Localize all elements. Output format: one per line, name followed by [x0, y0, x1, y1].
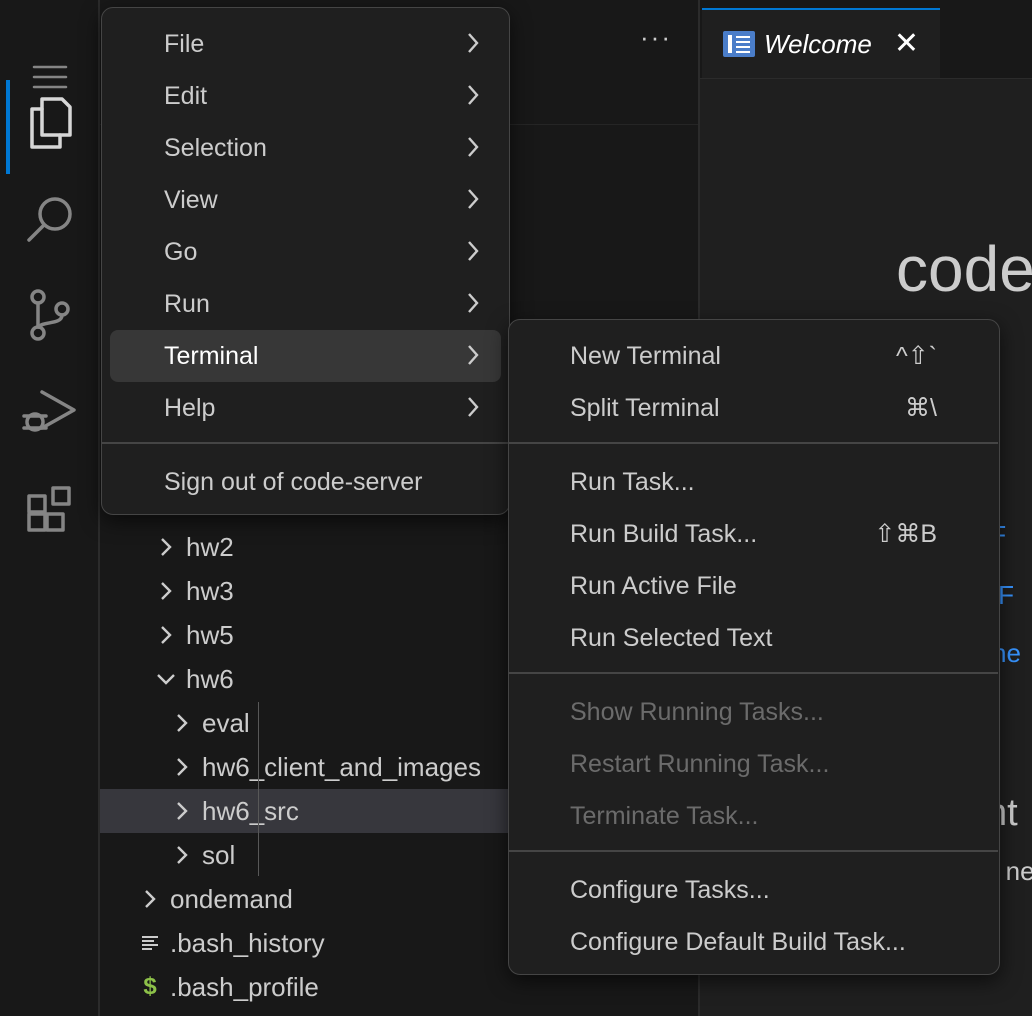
- menu-item-label: Run Build Task...: [570, 519, 758, 548]
- menu-item-label: Run: [164, 289, 210, 318]
- tree-item-label: hw6: [186, 663, 234, 694]
- menu-item-terminal[interactable]: Terminal: [110, 330, 501, 382]
- menu-item-label: Run Active File: [570, 571, 737, 600]
- tree-item-label: hw2: [186, 531, 234, 562]
- menu-item-run-build-task[interactable]: Run Build Task... ⇧⌘B: [517, 508, 991, 560]
- menu-item-label: Run Selected Text: [570, 623, 773, 652]
- welcome-icon: [723, 31, 755, 57]
- chevron-right-icon: [467, 396, 479, 425]
- more-actions-icon[interactable]: ···: [640, 22, 672, 53]
- menu-item-run-selected-text[interactable]: Run Selected Text: [517, 612, 991, 664]
- menu-item-label: Edit: [164, 81, 208, 110]
- chevron-right-icon: [140, 889, 160, 909]
- menu-item-label: New Terminal: [570, 341, 721, 370]
- tab-label: Welcome: [764, 28, 872, 59]
- run-debug-button[interactable]: [0, 366, 100, 456]
- menu-item-label: Restart Running Task...: [570, 749, 830, 778]
- run-debug-icon: [22, 390, 76, 432]
- tab-welcome[interactable]: Welcome ✕: [702, 8, 940, 78]
- menu-item-label: Selection: [164, 133, 267, 162]
- menu-separator: [509, 672, 998, 674]
- chevron-right-icon: [467, 240, 479, 269]
- menu-item-edit[interactable]: Edit: [110, 70, 501, 122]
- menu-item-label: Sign out of code-server: [164, 467, 423, 496]
- keyboard-shortcut: ⌘\: [905, 394, 937, 422]
- close-icon[interactable]: ✕: [894, 29, 919, 59]
- menu-item-help[interactable]: Help: [110, 382, 501, 434]
- menu-item-label: Help: [164, 393, 216, 422]
- chevron-right-icon: [172, 801, 192, 821]
- keyboard-shortcut: ^⇧`: [895, 342, 937, 370]
- application-menu: File Edit Selection View Go Run Terminal…: [101, 7, 510, 515]
- search-icon: [27, 197, 72, 242]
- tree-item-label: hw3: [186, 575, 234, 606]
- chevron-right-icon: [172, 757, 192, 777]
- menu-item-label: Split Terminal: [570, 393, 720, 422]
- explorer-button[interactable]: [0, 78, 100, 174]
- chevron-down-icon: [156, 669, 176, 689]
- menu-separator: [102, 442, 508, 444]
- chevron-right-icon: [156, 581, 176, 601]
- menu-item-label: Show Running Tasks...: [570, 697, 824, 726]
- chevron-right-icon: [467, 136, 479, 165]
- menu-item-label: Configure Default Build Task...: [570, 927, 906, 956]
- menu-item-configure-tasks[interactable]: Configure Tasks...: [517, 864, 991, 916]
- tree-item-label: .bash_history: [170, 927, 325, 958]
- menu-item-label: View: [164, 185, 218, 214]
- chevron-right-icon: [467, 188, 479, 217]
- chevron-right-icon: [172, 713, 192, 733]
- menu-item-run-task[interactable]: Run Task...: [517, 456, 991, 508]
- menu-item-selection[interactable]: Selection: [110, 122, 501, 174]
- menu-separator: [509, 850, 998, 852]
- menu-item-configure-default-build-task[interactable]: Configure Default Build Task...: [517, 916, 991, 968]
- extensions-button[interactable]: [0, 464, 100, 554]
- menu-item-terminate-task: Terminate Task...: [517, 790, 991, 842]
- terminal-submenu: New Terminal ^⇧` Split Terminal ⌘\ Run T…: [508, 319, 1000, 975]
- chevron-right-icon: [172, 845, 192, 865]
- chevron-right-icon: [156, 625, 176, 645]
- tree-item-label: sol: [202, 839, 236, 870]
- menu-item-view[interactable]: View: [110, 174, 501, 226]
- menu-item-split-terminal[interactable]: Split Terminal ⌘\: [517, 382, 991, 434]
- welcome-title: code: [896, 233, 1032, 305]
- tree-item-label: eval: [202, 707, 250, 738]
- indent-guide: [258, 702, 259, 876]
- chevron-right-icon: [467, 84, 479, 113]
- source-control-button[interactable]: [0, 270, 100, 360]
- lines-icon: [140, 933, 160, 953]
- tree-item-label: ondemand: [170, 883, 293, 914]
- menu-item-file[interactable]: File: [110, 18, 501, 70]
- menu-item-label: Terminate Task...: [570, 801, 759, 830]
- menu-item-label: Go: [164, 237, 198, 266]
- tree-item-label: hw6_client_and_images: [202, 751, 481, 782]
- files-icon: [30, 97, 72, 149]
- activity-bar: [0, 0, 100, 1016]
- menu-item-restart-running-task: Restart Running Task...: [517, 738, 991, 790]
- menu-item-label: Configure Tasks...: [570, 875, 770, 904]
- search-button[interactable]: [0, 174, 100, 264]
- menu-separator: [509, 442, 998, 444]
- menu-item-label: Terminal: [164, 341, 259, 370]
- chevron-right-icon: [467, 344, 479, 373]
- dollar-icon: $: [143, 973, 157, 1000]
- menu-item-sign-out[interactable]: Sign out of code-server: [110, 456, 501, 508]
- menu-item-new-terminal[interactable]: New Terminal ^⇧`: [517, 330, 991, 382]
- chevron-right-icon: [156, 537, 176, 557]
- menu-item-label: Run Task...: [570, 467, 695, 496]
- chevron-right-icon: [467, 292, 479, 321]
- menu-item-go[interactable]: Go: [110, 226, 501, 278]
- source-control-icon: [30, 289, 70, 341]
- tab-bar: Welcome ✕: [700, 0, 1032, 79]
- tree-item-label: .bash_profile: [170, 971, 319, 1002]
- tree-item-label: hw6_src: [202, 795, 299, 826]
- keyboard-shortcut: ⇧⌘B: [874, 520, 937, 548]
- menu-item-run-active-file[interactable]: Run Active File: [517, 560, 991, 612]
- tree-item-label: hw5: [186, 619, 234, 650]
- extensions-icon: [27, 486, 71, 532]
- menu-item-run[interactable]: Run: [110, 278, 501, 330]
- menu-item-label: File: [164, 29, 205, 58]
- menu-item-show-running-tasks: Show Running Tasks...: [517, 686, 991, 738]
- chevron-right-icon: [467, 32, 479, 61]
